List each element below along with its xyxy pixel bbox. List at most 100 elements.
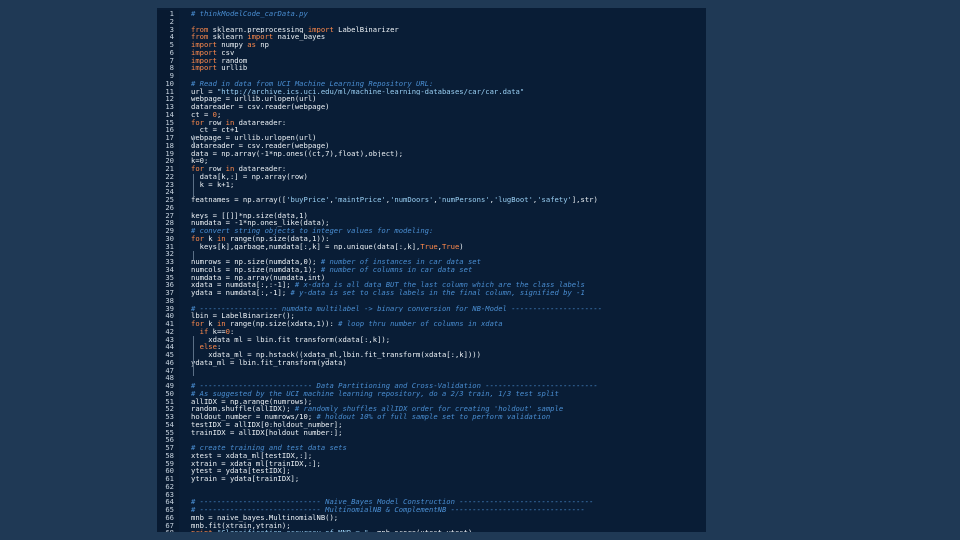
code-line[interactable]	[191, 250, 706, 258]
code-line[interactable]: else:	[191, 343, 706, 351]
code-line[interactable]: # thinkModelCode_carData.py	[191, 10, 706, 18]
code-line[interactable]: webpage = urllib.urlopen(url)	[191, 134, 706, 142]
code-area[interactable]: # thinkModelCode_carData.pyfrom sklearn.…	[191, 10, 706, 532]
code-line[interactable]: featnames = np.array(['buyPrice','maintP…	[191, 196, 706, 204]
code-token: for	[191, 320, 204, 328]
code-token: import	[307, 25, 334, 34]
code-line[interactable]	[191, 436, 706, 444]
code-line[interactable]: numdata = -1*np.ones_like(data);	[191, 219, 706, 227]
code-line[interactable]: datareader = csv.reader(webpage)	[191, 142, 706, 150]
code-line[interactable]: ydata_ml = lbin.fit_transform(ydata)	[191, 359, 706, 367]
code-token: :	[229, 327, 235, 336]
line-number: 3	[169, 25, 174, 34]
code-line[interactable]: print "Classification accuracy of MNB = …	[191, 529, 706, 532]
code-line[interactable]: for k in range(np.size(data,1)):	[191, 235, 706, 243]
code-line[interactable]: random.shuffle(allIDX); # randomly shuff…	[191, 405, 706, 413]
code-token: print	[191, 529, 213, 532]
line-number: 41	[165, 320, 174, 328]
code-line[interactable]: datareader = csv.reader(webpage)	[191, 103, 706, 111]
code-line[interactable]	[191, 204, 706, 212]
code-token: numdata = -1*np.ones_like(data);	[191, 219, 330, 227]
code-line[interactable]: # Read in data from UCI Machine Learning…	[191, 80, 706, 88]
code-line[interactable]	[191, 374, 706, 382]
code-line[interactable]	[191, 297, 706, 305]
code-line[interactable]	[191, 18, 706, 26]
code-token: trainIDX = allIDX[holdout_number:];	[191, 428, 343, 437]
code-line[interactable]: if k==0:	[191, 328, 706, 336]
code-line[interactable]: url = "http://archive.ics.uci.edu/ml/mac…	[191, 88, 706, 96]
code-line[interactable]: mnb.fit(xtrain,ytrain);	[191, 522, 706, 530]
code-line[interactable]: xdata_ml = np.hstack((xdata_ml,lbin.fit_…	[191, 351, 706, 359]
code-token: # loop thru number of columns in xdata	[338, 320, 503, 328]
code-line[interactable]: for k in range(np.size(xdata,1)): # loop…	[191, 320, 706, 328]
code-line[interactable]: lbin = LabelBinarizer();	[191, 312, 706, 320]
code-line[interactable]: xdata_ml = lbin.fit_transform(xdata[:,k]…	[191, 336, 706, 344]
code-line[interactable]: # As suggested by the UCI machine learni…	[191, 390, 706, 398]
code-line[interactable]	[191, 483, 706, 491]
code-line[interactable]: # ---------------------------- Naive_Bay…	[191, 498, 706, 506]
code-line[interactable]: mnb = naive_bayes.MultinomialNB();	[191, 514, 706, 522]
code-line[interactable]: # convert string objects to integer valu…	[191, 227, 706, 235]
code-line[interactable]: numdata = np.array(numdata,int)	[191, 274, 706, 282]
code-line[interactable]: holdout_number = numrows/10; # holdout 1…	[191, 413, 706, 421]
code-line[interactable]: data = np.array(-1*np.ones((ct,7),float)…	[191, 150, 706, 158]
code-line[interactable]: xtrain = xdata_ml[trainIDX,:];	[191, 460, 706, 468]
code-line[interactable]: xtest = xdata_ml[testIDX,:];	[191, 452, 706, 460]
code-line[interactable]: data[k,:] = np.array(row)	[191, 173, 706, 181]
code-editor[interactable]: 1 2 3 4 5 6 7 8 9 10 11 12 13 14 15 16 17 18 19 20 21 22 23 24 2…	[157, 8, 706, 532]
code-line[interactable]: import numpy as np	[191, 41, 706, 49]
code-line[interactable]	[191, 188, 706, 196]
code-line[interactable]: xdata = numdata[:,:-1]; # x-data is all …	[191, 281, 706, 289]
code-line[interactable]: testIDX = allIDX[0:holdout_number];	[191, 421, 706, 429]
code-line[interactable]: ytest = ydata[testIDX];	[191, 467, 706, 475]
line-number: 45	[165, 351, 174, 359]
code-token: from	[191, 33, 209, 41]
code-line[interactable]: allIDX = np.arange(numrows);	[191, 398, 706, 406]
code-line[interactable]: for row in datareader:	[191, 165, 706, 173]
line-number: 6	[169, 48, 174, 57]
code-line[interactable]: k = k+1;	[191, 181, 706, 189]
code-line[interactable]: import random	[191, 57, 706, 65]
code-line[interactable]: k=0;	[191, 157, 706, 165]
code-line[interactable]: ct = ct+1	[191, 126, 706, 134]
code-token: numrows = np.size(numdata,0);	[191, 258, 321, 266]
line-number: 47	[165, 366, 174, 375]
code-line[interactable]: keys[k],garbage,numdata[:,k] = np.unique…	[191, 243, 706, 251]
code-line[interactable]: import csv	[191, 49, 706, 57]
code-token: # thinkModelCode_carData.py	[191, 10, 308, 18]
code-token: 'buyPrice'	[286, 196, 330, 204]
code-token: # create training and test data sets	[191, 444, 347, 452]
line-number: 15	[165, 118, 174, 127]
code-token: import	[247, 33, 274, 41]
line-number: 7	[169, 56, 174, 65]
code-line[interactable]: keys = [[]]*np.size(data,1)	[191, 212, 706, 220]
code-line[interactable]: ct = 0;	[191, 111, 706, 119]
code-line[interactable]: webpage = urllib.urlopen(url)	[191, 95, 706, 103]
code-line[interactable]: ydata = numdata[:,-1]; # y-data is set t…	[191, 289, 706, 297]
code-line[interactable]: from sklearn.preprocessing import LabelB…	[191, 26, 706, 34]
line-number: 68	[157, 529, 179, 532]
code-line[interactable]	[191, 72, 706, 80]
code-line[interactable]: from sklearn import naive_bayes	[191, 33, 706, 41]
code-line[interactable]: # ---------------------------- Multinomi…	[191, 506, 706, 514]
code-line[interactable]: numcols = np.size(numdata,1); # number o…	[191, 266, 706, 274]
code-line[interactable]	[191, 367, 706, 375]
code-line[interactable]: ytrain = ydata[trainIDX];	[191, 475, 706, 483]
code-token: mnb = naive_bayes.MultinomialNB();	[191, 513, 339, 522]
code-token: # Read in data from UCI Machine Learning…	[191, 79, 434, 88]
code-line[interactable]: trainIDX = allIDX[holdout_number:];	[191, 429, 706, 437]
line-number: 21	[165, 165, 174, 173]
code-line[interactable]	[191, 491, 706, 499]
code-line[interactable]: numrows = np.size(numdata,0); # number o…	[191, 258, 706, 266]
line-number: 61	[165, 475, 174, 483]
code-token: k	[203, 234, 217, 243]
code-line[interactable]: # ------------------ numdata multilabel …	[191, 305, 706, 313]
code-line[interactable]: # create training and test data sets	[191, 444, 706, 452]
code-line[interactable]: for row in datareader:	[191, 119, 706, 127]
code-line[interactable]: import urllib	[191, 64, 706, 72]
code-token: for	[191, 234, 204, 243]
code-token: numcols = np.size(numdata,1);	[191, 265, 321, 274]
code-line[interactable]: # -------------------------- Data Partit…	[191, 382, 706, 390]
code-token: True	[420, 242, 438, 251]
code-token: urllib	[216, 64, 248, 72]
